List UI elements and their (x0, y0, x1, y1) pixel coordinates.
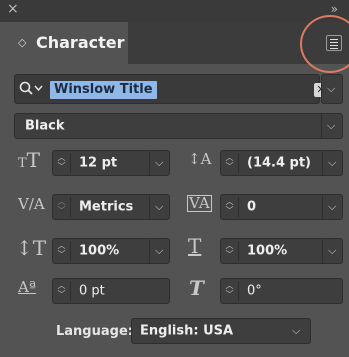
baseline-shift-field[interactable]: ︿ ﹀ 0 pt (52, 278, 170, 304)
chevron-down-icon: ⌵ (328, 244, 337, 257)
font-family-field[interactable]: Winslow Title ✕ (14, 74, 328, 104)
leading-value[interactable]: (14.4 pt) (247, 156, 311, 171)
language-value: English: USA (140, 323, 234, 339)
chevron-down-icon: ⌵ (327, 82, 336, 95)
leading-stepper[interactable]: ︿ ﹀ (221, 153, 239, 173)
font-size-icon: TT (18, 148, 41, 172)
character-panel: × » ◇ Character Winslow Title ✕ ⌵ Black … (0, 0, 349, 357)
search-icon[interactable] (19, 80, 45, 100)
vertical-scale-stepper[interactable]: ︿ ﹀ (53, 241, 71, 261)
font-family-input[interactable]: Winslow Title (50, 81, 157, 99)
baseline-shift-value[interactable]: 0 pt (79, 284, 105, 299)
chevron-down-icon: ⌵ (328, 200, 337, 213)
language-dropdown[interactable]: English: USA ⌵ (131, 318, 311, 344)
collapse-icon[interactable]: » (331, 2, 338, 16)
chevron-down-icon: ⌵ (155, 156, 164, 169)
leading-field[interactable]: ︿ ﹀ (14.4 pt) ⌵ (220, 150, 343, 176)
tracking-value[interactable]: 0 (247, 200, 256, 215)
rotation-field[interactable]: ︿ ﹀ 0° (220, 278, 343, 304)
font-size-stepper[interactable]: ︿ ﹀ (53, 153, 71, 173)
leading-icon: ↕A (188, 150, 212, 168)
vertical-scale-icon: ↕T (16, 236, 47, 260)
font-size-value[interactable]: 12 pt (79, 156, 117, 171)
kerning-icon: V/A (18, 195, 45, 213)
rotation-stepper[interactable]: ︿ ﹀ (221, 281, 239, 301)
tracking-field[interactable]: ︿ ﹀ 0 ⌵ (220, 194, 343, 220)
tab-character-label: Character (36, 33, 125, 52)
vertical-scale-field[interactable]: ︿ ﹀ 100% ⌵ (52, 238, 170, 264)
font-style-value: Black (25, 118, 65, 134)
chevron-down-icon: ⌵ (328, 156, 337, 169)
panel-titlebar: × » (0, 0, 349, 22)
kerning-stepper[interactable]: ︿ ﹀ (53, 197, 71, 217)
font-style-dropdown[interactable]: Black ⌵ (14, 113, 343, 139)
font-family-dropdown-button[interactable]: ⌵ (321, 74, 343, 104)
close-icon[interactable]: × (7, 1, 19, 17)
horizontal-scale-icon: T (188, 234, 202, 258)
chevron-down-icon: ⌵ (155, 244, 164, 257)
baseline-shift-icon: Aª (18, 278, 36, 296)
chevron-down-icon: ⌵ (327, 119, 336, 132)
tab-character[interactable]: ◇ Character (0, 22, 128, 64)
chevron-down-icon: ⌵ (155, 200, 164, 213)
tracking-stepper[interactable]: ︿ ﹀ (221, 197, 239, 217)
font-size-field[interactable]: ︿ ﹀ 12 pt ⌵ (52, 150, 170, 176)
horizontal-scale-value[interactable]: 100% (247, 244, 287, 259)
expand-collapse-icon[interactable]: ◇ (18, 36, 26, 49)
language-label: Language: (56, 324, 133, 339)
kerning-field[interactable]: ︿ ﹀ Metrics ⌵ (52, 194, 170, 220)
vertical-scale-value[interactable]: 100% (79, 244, 119, 259)
baseline-shift-stepper[interactable]: ︿ ﹀ (53, 281, 71, 301)
horizontal-scale-stepper[interactable]: ︿ ﹀ (221, 241, 239, 261)
tracking-icon: VA (187, 194, 212, 212)
rotation-value[interactable]: 0° (247, 284, 262, 299)
chevron-down-icon: ⌵ (292, 324, 301, 337)
rotation-icon: T (189, 276, 204, 300)
tab-row: ◇ Character (0, 22, 349, 64)
horizontal-scale-field[interactable]: ︿ ﹀ 100% ⌵ (220, 238, 343, 264)
highlight-ring (300, 15, 349, 73)
kerning-value[interactable]: Metrics (79, 200, 133, 215)
